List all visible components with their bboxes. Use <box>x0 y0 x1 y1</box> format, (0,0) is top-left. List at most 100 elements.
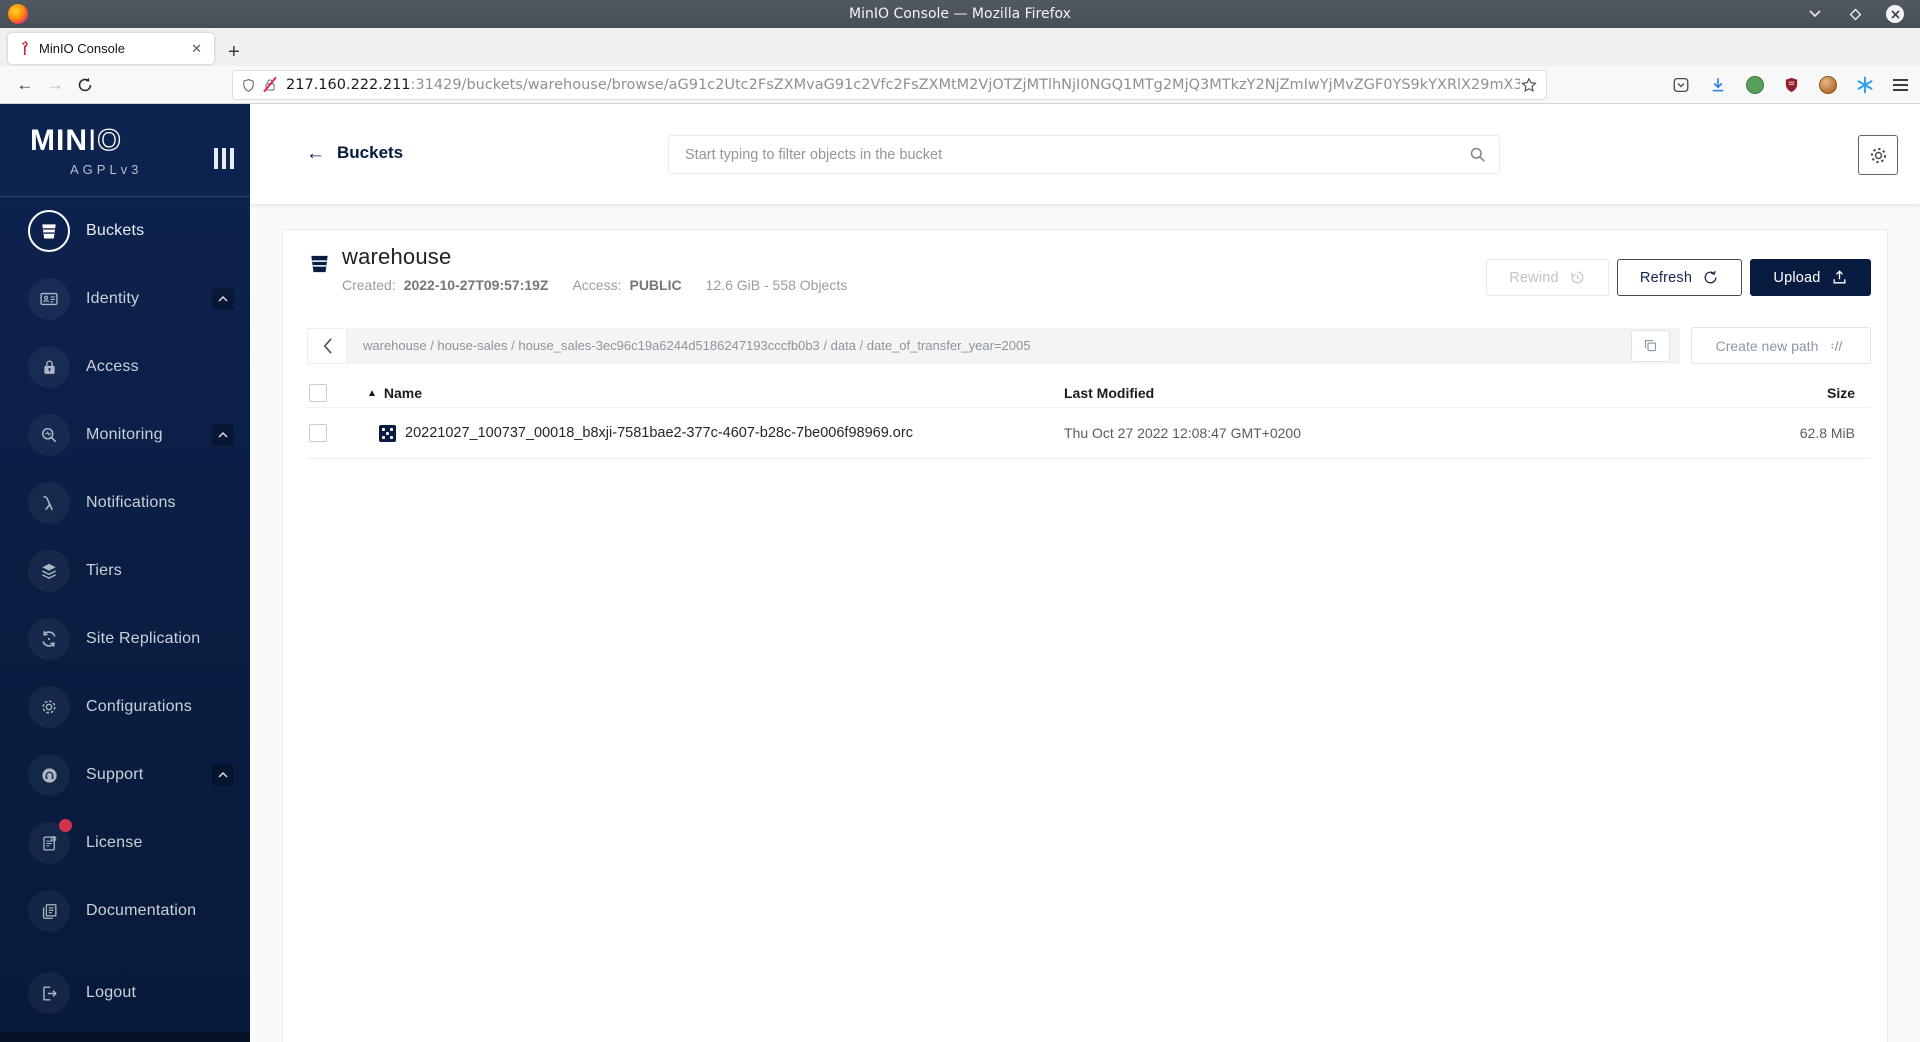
sidebar-item-site-replication[interactable]: Site Replication <box>0 605 250 673</box>
access-value: PUBLIC <box>629 277 682 293</box>
gear-icon <box>28 686 70 728</box>
url-host: 217.160.222.211 <box>286 77 411 93</box>
bucket-usage: 12.6 GiB - 558 Objects <box>705 277 848 293</box>
window-close-icon[interactable] <box>1886 5 1904 23</box>
chevron-up-icon[interactable] <box>212 764 234 786</box>
created-value: 2022-10-27T09:57:19Z <box>403 277 549 293</box>
refresh-button[interactable]: Refresh <box>1617 259 1742 296</box>
new-path-icon <box>1831 340 1843 351</box>
table-row[interactable]: 20221027_100737_00018_b8xji-7581bae2-377… <box>307 407 1871 459</box>
sidebar-item-license[interactable]: License <box>0 809 250 877</box>
window-maximize-icon[interactable] <box>1846 5 1864 23</box>
window-minimize-icon[interactable] <box>1806 5 1824 23</box>
sidebar-item-tiers[interactable]: Tiers <box>0 537 250 605</box>
id-card-icon <box>28 278 70 320</box>
object-name[interactable]: 20221027_100737_00018_b8xji-7581bae2-377… <box>405 425 913 441</box>
path-back-button[interactable] <box>307 327 347 364</box>
window-title: MinIO Console — Mozilla Firefox <box>849 6 1071 22</box>
chevron-up-icon[interactable] <box>212 424 234 446</box>
gear-icon <box>1870 147 1886 163</box>
forward-button[interactable]: → <box>40 75 70 95</box>
upload-icon <box>1833 270 1846 284</box>
layers-icon <box>28 550 70 592</box>
page-title: Buckets <box>337 143 404 162</box>
extension-asterisk-icon[interactable] <box>1856 76 1874 94</box>
logout-icon <box>28 972 70 1014</box>
bucket-icon <box>28 210 70 252</box>
sidebar-item-configurations[interactable]: Configurations <box>0 673 250 741</box>
tab-bar: MinIO Console ✕ + <box>0 28 1920 66</box>
bucket-name: warehouse <box>342 244 452 269</box>
downloads-icon[interactable] <box>1709 76 1727 94</box>
tracking-shield-icon[interactable] <box>241 77 256 94</box>
monitor-search-icon <box>28 414 70 456</box>
menu-icon[interactable] <box>1893 78 1908 91</box>
object-last-modified: Thu Oct 27 2022 12:08:47 GMT+0200 <box>1064 425 1301 441</box>
search-input[interactable] <box>685 146 1468 163</box>
column-header-name[interactable]: ▲ Name <box>351 385 1064 401</box>
reload-button[interactable] <box>70 77 100 93</box>
minio-favicon-icon <box>22 41 28 55</box>
bucket-icon <box>307 252 332 275</box>
objects-table: ▲ Name Last Modified Size 20221027_10073… <box>307 379 1871 459</box>
select-all-checkbox[interactable] <box>309 384 327 402</box>
path-bar: warehouse / house-sales / house_sales-3e… <box>307 327 1680 364</box>
copy-icon <box>1644 339 1657 352</box>
refresh-icon <box>1704 270 1717 284</box>
url-text: 217.160.222.211:31429/buckets/warehouse/… <box>286 77 1520 93</box>
upload-button[interactable]: Upload <box>1750 259 1871 296</box>
window-titlebar: MinIO Console — Mozilla Firefox <box>0 0 1920 28</box>
page-header: ← Buckets <box>250 104 1920 204</box>
back-to-buckets[interactable]: ← Buckets <box>306 143 403 163</box>
created-label: Created: <box>342 277 396 293</box>
bookmark-star-icon[interactable] <box>1520 76 1538 94</box>
lock-icon <box>28 346 70 388</box>
minio-logo: MINIO AGPLv3 <box>0 104 250 197</box>
sync-arrows-icon <box>28 618 70 660</box>
sidebar-item-access[interactable]: Access <box>0 333 250 401</box>
sidebar-item-documentation[interactable]: Documentation <box>0 877 250 945</box>
sidebar-item-notifications[interactable]: Notifications <box>0 469 250 537</box>
sort-ascending-icon: ▲ <box>367 387 377 399</box>
cookie-extension-icon[interactable] <box>1819 75 1837 94</box>
new-tab-button[interactable]: + <box>228 42 240 62</box>
browser-tab[interactable]: MinIO Console ✕ <box>8 33 214 64</box>
create-new-path-button[interactable]: Create new path <box>1691 327 1871 364</box>
sidebar-collapse-icon[interactable] <box>214 148 234 169</box>
copy-path-button[interactable] <box>1631 329 1670 362</box>
url-path: :31429/buckets/warehouse/browse/aG91c2Ut… <box>410 77 1520 93</box>
pocket-icon[interactable] <box>1672 76 1690 94</box>
browser-toolbar: ← → 217.160.222.211:31429/buckets/wareho… <box>0 66 1920 104</box>
rewind-icon <box>1570 271 1584 284</box>
sidebar: MINIO AGPLv3 Buckets Identity Access Mon… <box>0 104 250 1042</box>
object-size: 62.8 MiB <box>1799 425 1855 441</box>
sidebar-item-identity[interactable]: Identity <box>0 265 250 333</box>
column-header-size: Size <box>1826 385 1855 401</box>
content-area: warehouse Created: 2022-10-27T09:57:19Z … <box>250 204 1920 1042</box>
lambda-icon <box>28 482 70 524</box>
breadcrumb[interactable]: warehouse / house-sales / house_sales-3e… <box>363 338 1090 353</box>
object-filter <box>668 135 1500 174</box>
documentation-icon <box>28 890 70 932</box>
ublock-shield-icon[interactable] <box>1783 76 1800 94</box>
url-bar[interactable]: 217.160.222.211:31429/buckets/warehouse/… <box>232 70 1547 100</box>
row-checkbox[interactable] <box>309 424 327 442</box>
license-icon <box>28 819 72 864</box>
screen: MinIO Console — Mozilla Firefox MinIO Co… <box>0 0 1920 1042</box>
tab-title: MinIO Console <box>39 41 125 56</box>
sidebar-item-monitoring[interactable]: Monitoring <box>0 401 250 469</box>
bucket-browser-card: warehouse Created: 2022-10-27T09:57:19Z … <box>282 229 1888 1042</box>
support-icon <box>28 754 70 796</box>
tab-close-icon[interactable]: ✕ <box>187 39 206 59</box>
sidebar-item-buckets[interactable]: Buckets <box>0 197 250 265</box>
sidebar-item-support[interactable]: Support <box>0 741 250 809</box>
object-file-icon <box>379 424 396 442</box>
back-arrow-icon: ← <box>306 142 325 164</box>
back-button[interactable]: ← <box>10 75 40 95</box>
rewind-button[interactable]: Rewind <box>1486 259 1609 296</box>
settings-button[interactable] <box>1858 135 1898 175</box>
extension-green-icon[interactable] <box>1746 75 1764 94</box>
chevron-up-icon[interactable] <box>212 288 234 310</box>
sidebar-item-logout[interactable]: Logout <box>0 959 250 1027</box>
insecure-lock-icon[interactable] <box>262 77 278 93</box>
